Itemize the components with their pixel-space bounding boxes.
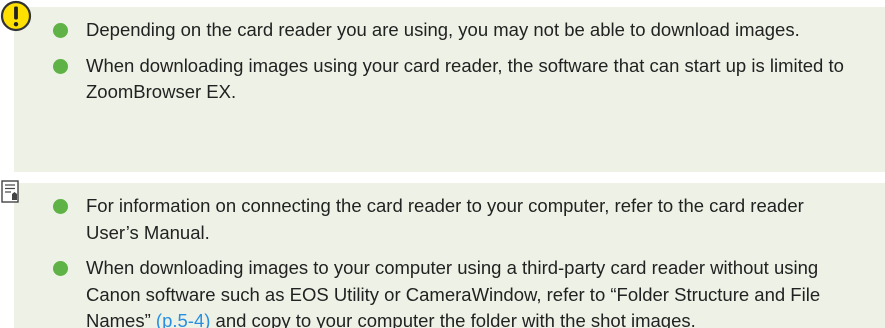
memo-item-text: For information on connecting the card r… <box>86 195 804 243</box>
page-reference-link[interactable]: (p.5-4) <box>156 310 211 328</box>
bullet-icon <box>53 23 68 38</box>
bullet-icon <box>53 199 68 214</box>
memo-item: When downloading images to your computer… <box>53 255 858 328</box>
memo-list: For information on connecting the card r… <box>53 193 858 328</box>
caution-item: When downloading images using your card … <box>53 53 858 106</box>
caution-item-text: When downloading images using your card … <box>86 54 844 103</box>
caution-icon <box>0 0 32 32</box>
memo-item: For information on connecting the card r… <box>53 193 858 246</box>
caution-list: Depending on the card reader you are usi… <box>53 17 858 115</box>
bullet-icon <box>53 261 68 276</box>
caution-item-text: Depending on the card reader you are usi… <box>86 19 800 40</box>
bullet-icon <box>53 58 68 74</box>
caution-item: Depending on the card reader you are usi… <box>53 17 858 44</box>
memo-icon <box>1 180 19 203</box>
memo-item-text-after: and copy to your computer the folder wit… <box>210 310 696 328</box>
